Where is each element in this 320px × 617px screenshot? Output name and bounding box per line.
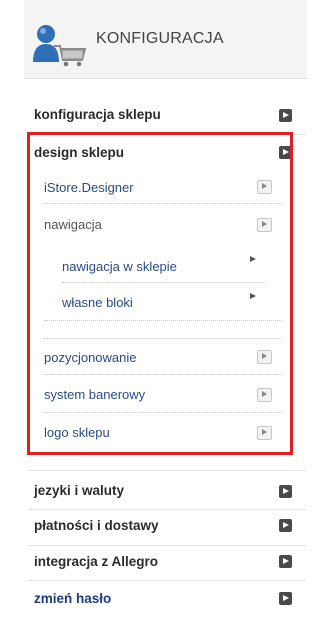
user-cart-icon [33, 25, 87, 67]
highlight-box [27, 132, 293, 455]
arrow-right-icon [279, 109, 292, 122]
menu-item-label: integracja z Allegro [34, 554, 159, 569]
menu-item-allegro[interactable]: integracja z Allegro [24, 554, 307, 574]
arrow-right-icon [279, 485, 292, 498]
divider [28, 509, 306, 510]
divider [28, 580, 306, 581]
menu-item-change-password[interactable]: zmień hasło [24, 591, 307, 611]
divider [28, 545, 306, 546]
header-title: KONFIGURACJA [96, 30, 224, 47]
divider [28, 470, 306, 471]
menu-item-label: zmień hasło [34, 591, 112, 606]
menu-item-label: jezyki i waluty [34, 483, 125, 498]
config-sidebar: KONFIGURACJA konfiguracja sklepu design … [24, 0, 307, 617]
arrow-right-icon [279, 519, 292, 532]
menu-item-payments[interactable]: płatności i dostawy [24, 518, 307, 538]
sidebar-header: KONFIGURACJA [24, 0, 307, 79]
arrow-right-icon [279, 592, 292, 605]
arrow-right-icon [279, 555, 292, 568]
menu-item-label: płatności i dostawy [34, 518, 159, 533]
menu-item-languages[interactable]: jezyki i waluty [24, 483, 307, 503]
menu-item-label: konfiguracja sklepu [34, 107, 161, 122]
menu-item-store-config[interactable]: konfiguracja sklepu [24, 107, 307, 127]
